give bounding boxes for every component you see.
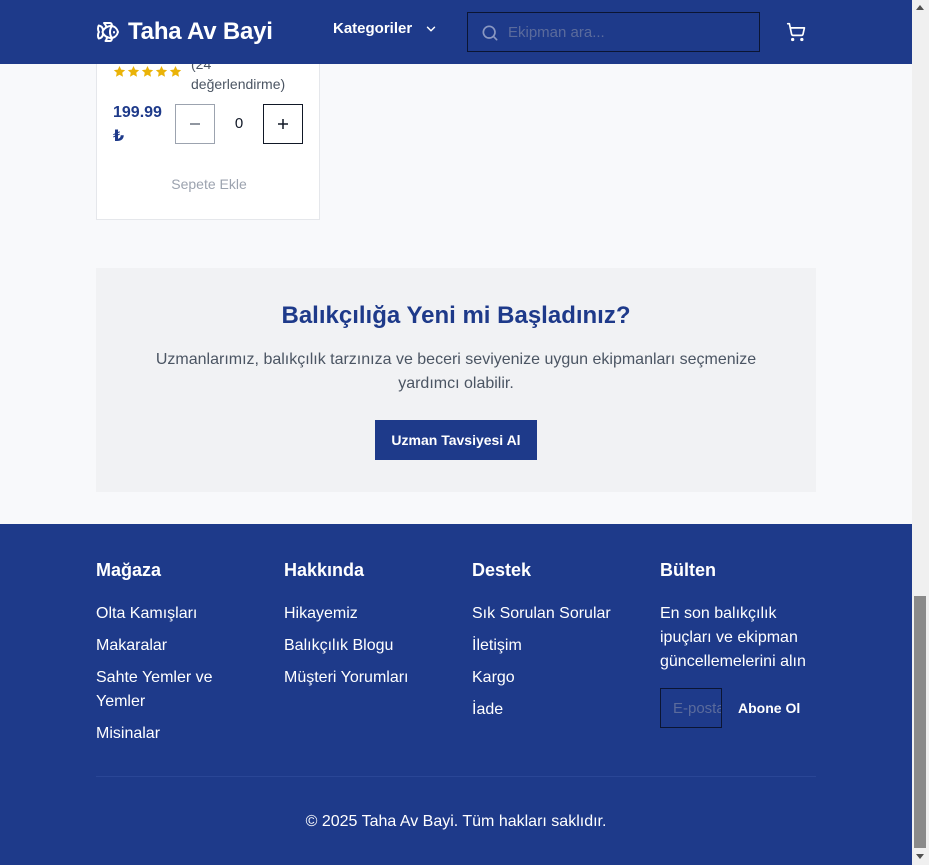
star-icon: [169, 65, 182, 77]
categories-dropdown[interactable]: Kategoriler: [333, 20, 438, 37]
logo[interactable]: Taha Av Bayi: [96, 16, 273, 48]
scrollbar[interactable]: [912, 0, 929, 865]
star-icon: [127, 65, 140, 77]
search-bar: [467, 12, 760, 52]
categories-label: Kategoriler: [333, 20, 413, 37]
footer-link[interactable]: İade: [472, 698, 652, 722]
footer-link[interactable]: Sahte Yemler ve Yemler: [96, 666, 236, 714]
plus-icon: [278, 119, 288, 129]
newsletter-description: En son balıkçılık ipuçları ve ekipman gü…: [660, 605, 806, 670]
footer-link[interactable]: Balıkçılık Blogu: [284, 634, 464, 658]
footer-link[interactable]: Olta Kamışları: [96, 602, 276, 626]
minus-icon: [190, 123, 200, 125]
cta-description: Uzmanlarımız, balıkçılık tarzınıza ve be…: [155, 351, 757, 392]
footer-column-newsletter: Bülten En son balıkçılık ipuçları ve eki…: [660, 560, 820, 740]
footer-link[interactable]: Müşteri Yorumları: [284, 666, 464, 690]
newsletter-email-input[interactable]: [660, 688, 722, 728]
expert-advice-button[interactable]: Uzman Tavsiyesi Al: [375, 420, 537, 460]
search-input[interactable]: [508, 13, 753, 51]
footer-link[interactable]: İletişim: [472, 634, 652, 658]
footer-link[interactable]: Hikayemiz: [284, 602, 464, 626]
footer-column-title: Destek: [472, 560, 532, 580]
footer-column-title: Bülten: [660, 560, 716, 580]
site-header: Taha Av Bayi Kategoriler: [0, 0, 912, 64]
quantity-decrease-button[interactable]: [175, 104, 215, 144]
footer-link[interactable]: Misinalar: [96, 722, 276, 746]
footer-column-title: Mağaza: [96, 560, 162, 580]
add-to-cart-button[interactable]: Sepete Ekle: [113, 169, 305, 199]
footer-column-title: Hakkında: [284, 560, 365, 580]
page: (24 değerlendirme) 199.99 ₺ 0 Sepete Ekl…: [0, 0, 912, 865]
footer-column-shop: Mağaza Olta Kamışları Makaralar Sahte Ye…: [96, 560, 276, 754]
star-icon: [113, 65, 126, 77]
cart-icon[interactable]: [786, 22, 806, 42]
footer-column-support: Destek Sık Sorulan Sorular İletişim Karg…: [472, 560, 652, 730]
copyright-text: © 2025 Taha Av Bayi. Tüm hakları saklıdı…: [305, 813, 607, 830]
product-card: (24 değerlendirme) 199.99 ₺ 0 Sepete Ekl…: [96, 40, 320, 220]
fish-icon: [97, 21, 119, 43]
quantity-value: 0: [234, 115, 244, 132]
chevron-down-icon: [426, 26, 436, 31]
footer-column-about: Hakkında Hikayemiz Balıkçılık Blogu Müşt…: [284, 560, 464, 698]
footer-link[interactable]: Makaralar: [96, 634, 276, 658]
brand-name: Taha Av Bayi: [128, 18, 273, 45]
expert-advice-section: Balıkçılığa Yeni mi Başladınız? Uzmanlar…: [96, 268, 816, 492]
star-icon: [155, 65, 168, 77]
scrollbar-thumb[interactable]: [914, 596, 926, 848]
footer-link[interactable]: Sık Sorulan Sorular: [472, 602, 652, 626]
scroll-up-arrow-icon[interactable]: [916, 5, 924, 10]
site-footer: Mağaza Olta Kamışları Makaralar Sahte Ye…: [0, 524, 912, 865]
subscribe-button[interactable]: Abone Ol: [738, 688, 800, 728]
quantity-increase-button[interactable]: [263, 104, 303, 144]
footer-link[interactable]: Kargo: [472, 666, 652, 690]
star-icon: [141, 65, 154, 77]
scroll-down-arrow-icon[interactable]: [916, 854, 924, 859]
footer-divider: [96, 776, 816, 777]
cta-title: Balıkçılığa Yeni mi Başladınız?: [281, 302, 631, 329]
search-icon: [482, 25, 498, 41]
rating-stars: [113, 65, 182, 78]
product-price: 199.99 ₺: [113, 104, 162, 145]
